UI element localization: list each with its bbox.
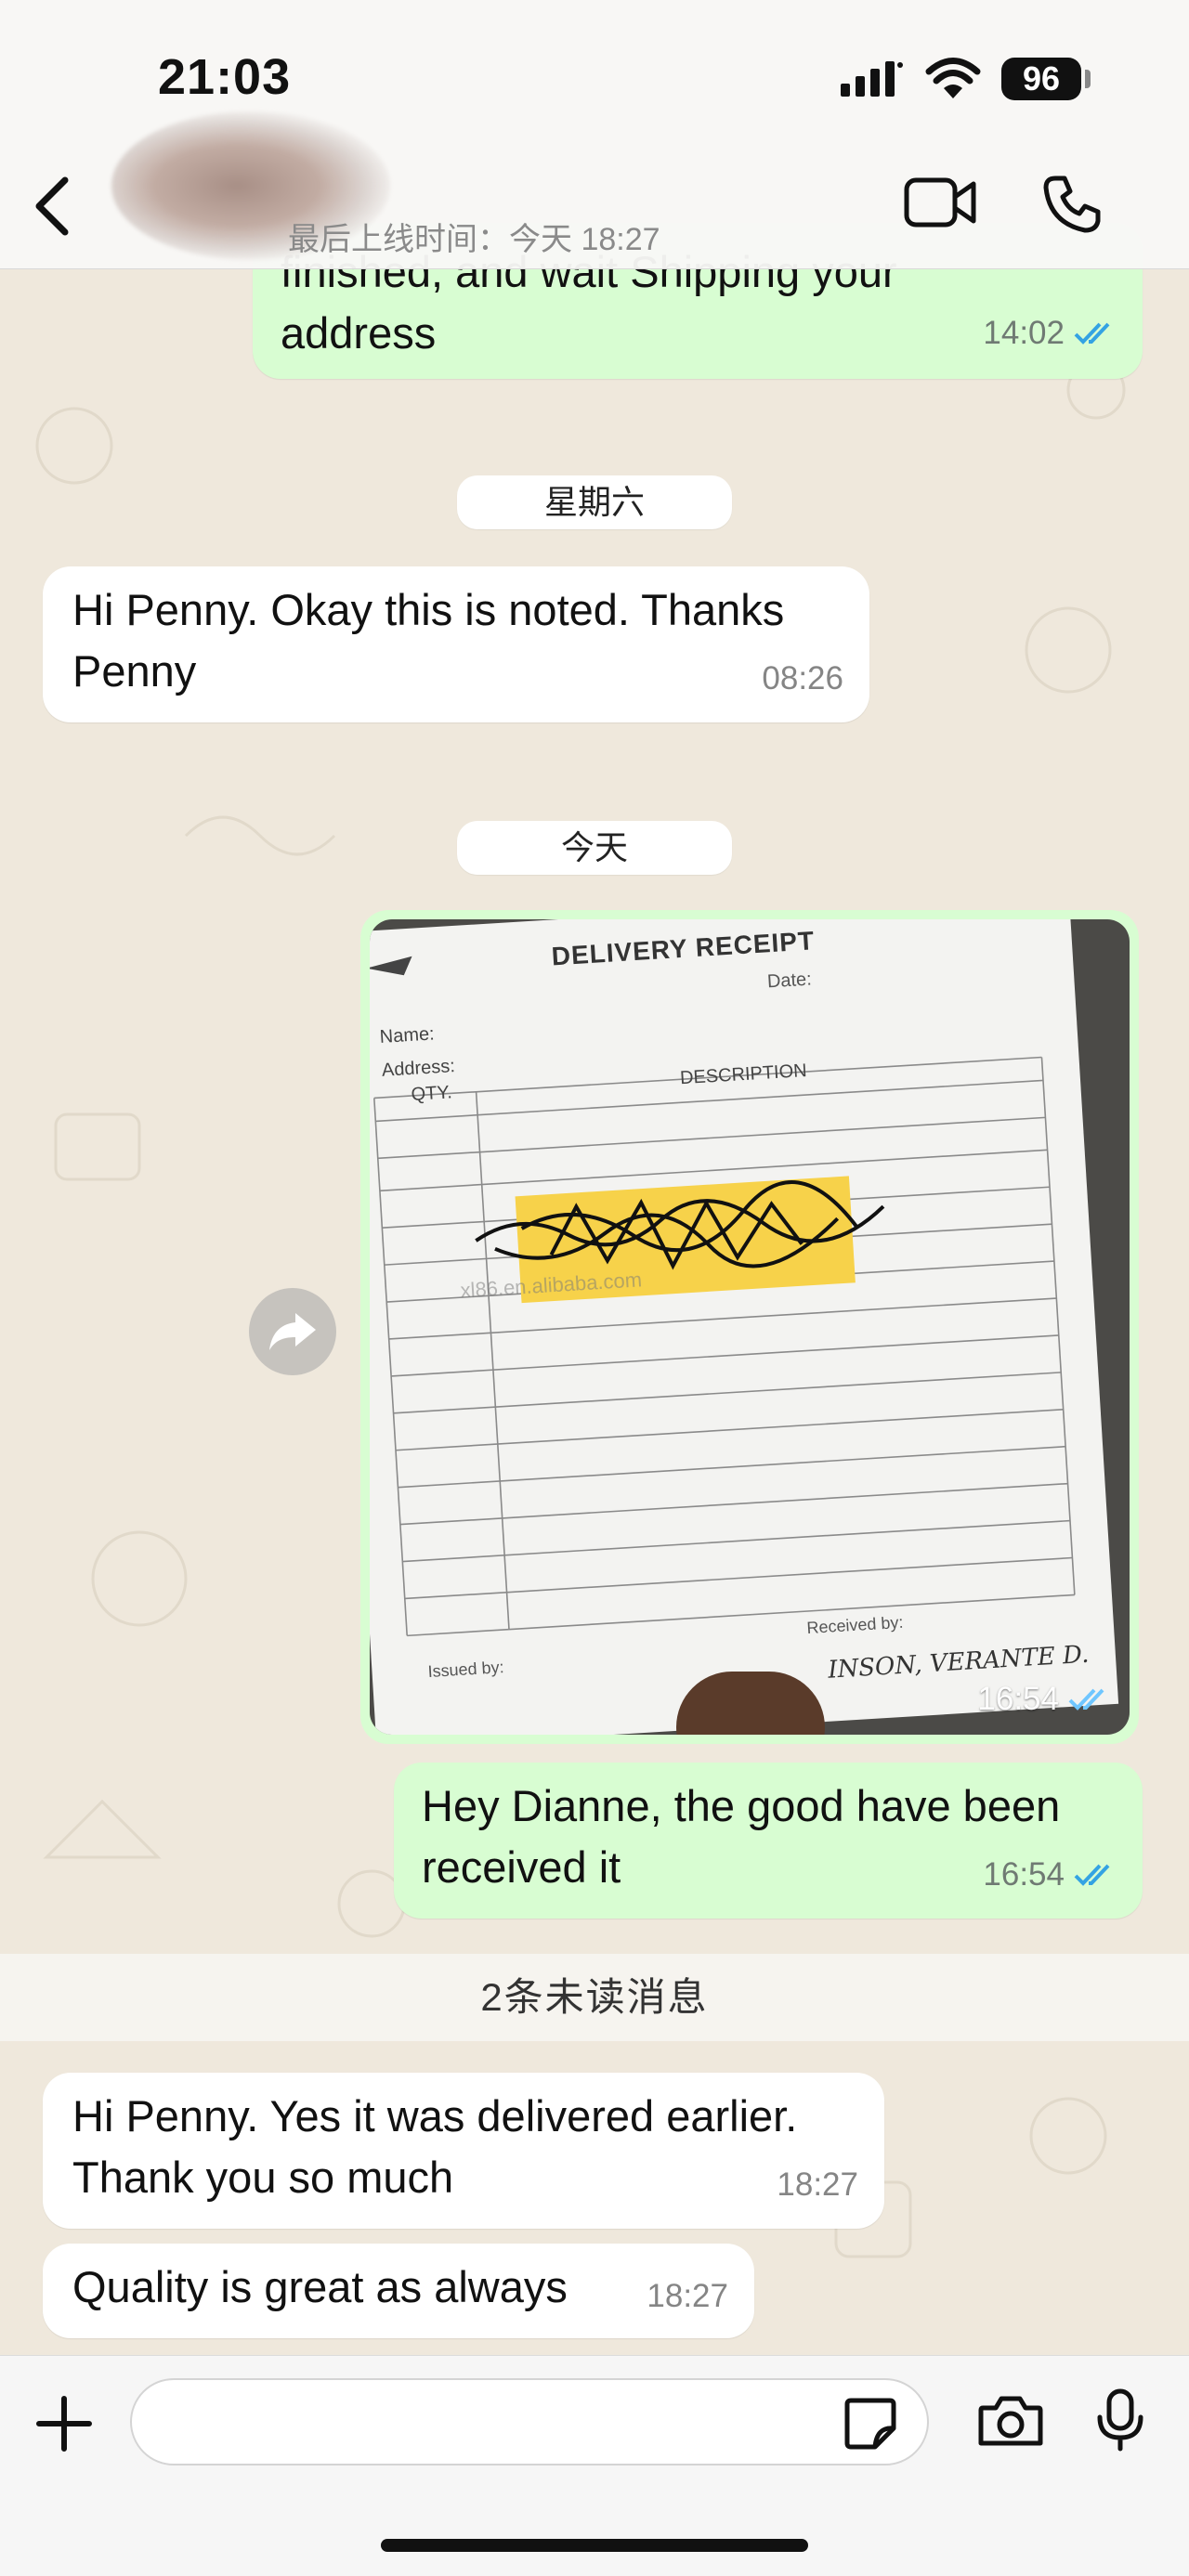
cellular-signal-icon — [841, 61, 903, 97]
message-time: 16:54 — [983, 1856, 1065, 1893]
message-meta: 18:27 — [777, 2154, 858, 2216]
chat-header: 21:03 96 最后上线时间：今天 18:27 — [0, 0, 1189, 269]
message-meta: 16:54 — [983, 1844, 1117, 1906]
forward-button[interactable] — [249, 1288, 336, 1375]
read-ticks-icon — [1074, 322, 1110, 345]
back-icon[interactable] — [33, 176, 71, 236]
status-time: 21:03 — [158, 49, 292, 105]
message-bubble-incoming[interactable]: Quality is great as always 18:27 — [43, 2244, 754, 2338]
message-time: 08:26 — [762, 660, 843, 696]
last-seen-status: 最后上线时间：今天 18:27 — [288, 222, 660, 257]
phone-icon[interactable] — [1042, 175, 1102, 234]
message-bubble-incoming[interactable]: Hi Penny. Okay this is noted. Thanks Pen… — [43, 566, 869, 722]
delivery-receipt-photo[interactable]: DELIVERY RECEIPT Date: Name: Address: QT… — [370, 919, 1130, 1735]
wifi-icon — [925, 58, 981, 98]
message-text: Hi Penny. Yes it was delivered earlier. … — [72, 2091, 798, 2202]
receipt-lines — [370, 956, 1076, 1637]
receipt-address-label: Address: — [381, 1056, 456, 1081]
battery-tip — [1085, 70, 1091, 88]
image-message-bubble[interactable]: DELIVERY RECEIPT Date: Name: Address: QT… — [360, 910, 1139, 1744]
message-time: 18:27 — [777, 2166, 858, 2203]
message-time: 14:02 — [983, 315, 1065, 351]
unread-messages-divider: 2条未读消息 — [0, 1954, 1189, 2041]
battery-indicator: 96 — [1001, 58, 1081, 100]
sticker-icon[interactable] — [843, 2397, 897, 2451]
forward-icon — [269, 1313, 316, 1350]
date-separator: 星期六 — [457, 475, 732, 529]
camera-icon[interactable] — [977, 2393, 1044, 2449]
message-text: Hey Dianne, the good have been received … — [422, 1781, 1061, 1892]
message-meta: 14:02 — [983, 303, 1117, 364]
receipt-date-label: Date: — [766, 969, 813, 993]
home-indicator — [381, 2539, 808, 2552]
plus-icon[interactable] — [35, 2395, 93, 2452]
message-text: Quality is great as always — [72, 2262, 568, 2311]
message-meta: 18:27 — [647, 2266, 728, 2327]
message-input[interactable] — [130, 2378, 929, 2465]
message-bubble-incoming[interactable]: Hi Penny. Yes it was delivered earlier. … — [43, 2073, 884, 2229]
read-ticks-icon — [1074, 1864, 1110, 1886]
message-time: 18:27 — [647, 2278, 728, 2314]
read-ticks-icon — [1068, 1688, 1104, 1711]
date-separator: 今天 — [457, 821, 732, 875]
message-time: 16:54 — [977, 1681, 1059, 1717]
microphone-icon[interactable] — [1096, 2387, 1144, 2452]
receipt-paper: DELIVERY RECEIPT Date: Name: Address: QT… — [370, 919, 1119, 1735]
message-text: Hi Penny. Okay this is noted. Thanks Pen… — [72, 585, 785, 696]
image-meta: 16:54 — [977, 1681, 1111, 1718]
message-bubble-outgoing[interactable]: Hey Dianne, the good have been received … — [394, 1763, 1143, 1919]
receipt-name-label: Name: — [379, 1023, 436, 1047]
message-meta: 08:26 — [762, 648, 843, 709]
video-call-icon[interactable] — [903, 175, 977, 230]
receipt-qty-label: QTY. — [410, 1082, 453, 1106]
